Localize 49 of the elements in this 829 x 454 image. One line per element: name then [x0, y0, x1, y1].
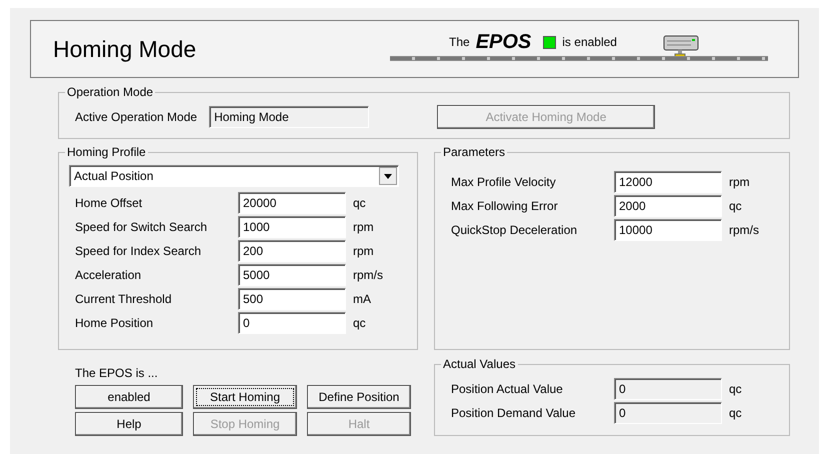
device-name: EPOS — [476, 30, 532, 55]
unit-label: qc — [729, 381, 742, 398]
unit-label: rpm — [353, 219, 374, 236]
group-title: Operation Mode — [65, 85, 156, 99]
readout-field[interactable]: 0 — [614, 378, 722, 400]
unit-label: mA — [353, 291, 371, 308]
field-label: Max Profile Velocity — [451, 174, 557, 191]
field-label: Active Operation Mode — [75, 109, 198, 126]
unit-label: qc — [729, 405, 742, 422]
input-field[interactable]: 12000 — [614, 171, 722, 193]
input-field[interactable]: 20000 — [238, 192, 346, 214]
input-field[interactable]: 5000 — [238, 264, 346, 286]
group-title: Actual Values — [441, 357, 518, 371]
field-label: Current Threshold — [75, 291, 172, 308]
unit-label: qc — [729, 198, 742, 215]
input-field[interactable]: 500 — [238, 288, 346, 310]
status-prefix: The — [449, 34, 470, 51]
method-dropdown[interactable]: Actual Position — [69, 165, 399, 187]
field-label: Max Following Error — [451, 198, 559, 215]
input-field[interactable]: 0 — [238, 312, 346, 334]
status-text: is enabled — [562, 34, 617, 51]
enable-button[interactable]: enabled — [75, 385, 183, 409]
input-field[interactable]: 2000 — [614, 195, 722, 217]
field-label: Acceleration — [75, 267, 142, 284]
field-label: Position Actual Value — [451, 381, 564, 398]
unit-label: rpm — [353, 243, 374, 260]
start-button[interactable]: Start Homing — [193, 385, 297, 409]
unit-label: rpm/s — [353, 267, 383, 284]
readout-field[interactable]: 0 — [614, 402, 722, 424]
field-label: Position Demand Value — [451, 405, 577, 422]
unit-label: qc — [353, 195, 366, 212]
status-label: The EPOS is ... — [75, 365, 159, 382]
unit-label: rpm — [729, 174, 750, 191]
group-title: Parameters — [441, 145, 508, 159]
unit-label: rpm/s — [729, 222, 759, 239]
input-field[interactable]: 1000 — [238, 216, 346, 238]
input-field[interactable]: 10000 — [614, 219, 722, 241]
input-field[interactable]: 200 — [238, 240, 346, 262]
field-label: Home Offset — [75, 195, 144, 212]
readout-field[interactable]: Homing Mode — [209, 106, 370, 128]
page-title: Homing Mode — [53, 34, 196, 64]
field-label: Speed for Index Search — [75, 243, 202, 260]
define-button[interactable]: Define Position — [307, 385, 411, 409]
help-button[interactable]: Help — [75, 412, 183, 436]
field-label: QuickStop Deceleration — [451, 222, 578, 239]
field-label: Home Position — [75, 315, 154, 332]
unit-label: qc — [353, 315, 366, 332]
field-label: Speed for Switch Search — [75, 219, 208, 236]
group-title: Homing Profile — [65, 145, 148, 159]
